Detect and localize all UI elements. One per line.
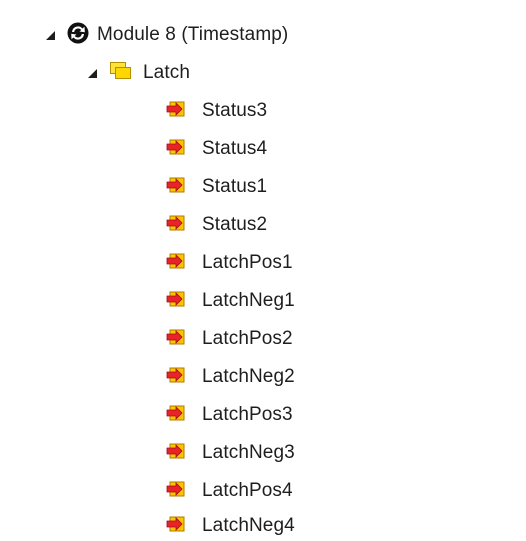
variable-label: LatchPos2 xyxy=(202,328,293,349)
input-variable-icon xyxy=(166,214,202,237)
input-variable-icon xyxy=(166,404,202,427)
tree-item-variable[interactable]: LatchNeg3 xyxy=(166,438,295,468)
input-variable-icon xyxy=(166,515,202,538)
variable-label: Status4 xyxy=(202,138,268,159)
latch-label: Latch xyxy=(143,62,190,83)
tree-item-variable[interactable]: LatchPos2 xyxy=(166,324,293,354)
input-variable-icon xyxy=(166,442,202,465)
input-variable-icon xyxy=(166,366,202,389)
tree-item-variable[interactable]: LatchNeg2 xyxy=(166,362,295,392)
tree-node-module[interactable]: Module 8 (Timestamp) xyxy=(46,20,288,50)
input-variable-icon xyxy=(166,290,202,313)
variable-label: Status3 xyxy=(202,100,268,121)
tree-node-latch[interactable]: Latch xyxy=(88,58,190,88)
module-label: Module 8 (Timestamp) xyxy=(97,24,289,45)
tree-item-variable[interactable]: LatchPos3 xyxy=(166,400,293,430)
variable-label: Status1 xyxy=(202,176,268,197)
module-icon xyxy=(67,22,97,49)
tree-item-variable[interactable]: Status3 xyxy=(166,96,267,126)
tree-item-variable[interactable]: LatchNeg1 xyxy=(166,286,295,316)
variable-label: Status2 xyxy=(202,214,268,235)
tree-item-variable[interactable]: LatchNeg4 xyxy=(166,511,295,541)
variable-label: LatchNeg1 xyxy=(202,290,295,311)
folder-icon xyxy=(109,61,143,86)
variable-label: LatchNeg4 xyxy=(202,515,295,536)
variable-label: LatchPos3 xyxy=(202,404,293,425)
tree-item-variable[interactable]: Status4 xyxy=(166,134,267,164)
input-variable-icon xyxy=(166,100,202,123)
variable-label: LatchPos4 xyxy=(202,480,293,501)
tree-item-variable[interactable]: LatchPos1 xyxy=(166,248,293,278)
input-variable-icon xyxy=(166,176,202,199)
variable-label: LatchNeg2 xyxy=(202,366,295,387)
variable-label: LatchNeg3 xyxy=(202,442,295,463)
tree-item-variable[interactable]: Status1 xyxy=(166,172,267,202)
input-variable-icon xyxy=(166,138,202,161)
tree-view: Module 8 (Timestamp) Latch Status3 Statu… xyxy=(0,0,526,541)
input-variable-icon xyxy=(166,480,202,503)
collapse-arrow-icon[interactable] xyxy=(88,68,97,78)
variable-label: LatchPos1 xyxy=(202,252,293,273)
tree-item-variable[interactable]: LatchPos4 xyxy=(166,476,293,506)
tree-item-variable[interactable]: Status2 xyxy=(166,210,267,240)
input-variable-icon xyxy=(166,252,202,275)
collapse-arrow-icon[interactable] xyxy=(46,30,55,40)
input-variable-icon xyxy=(166,328,202,351)
